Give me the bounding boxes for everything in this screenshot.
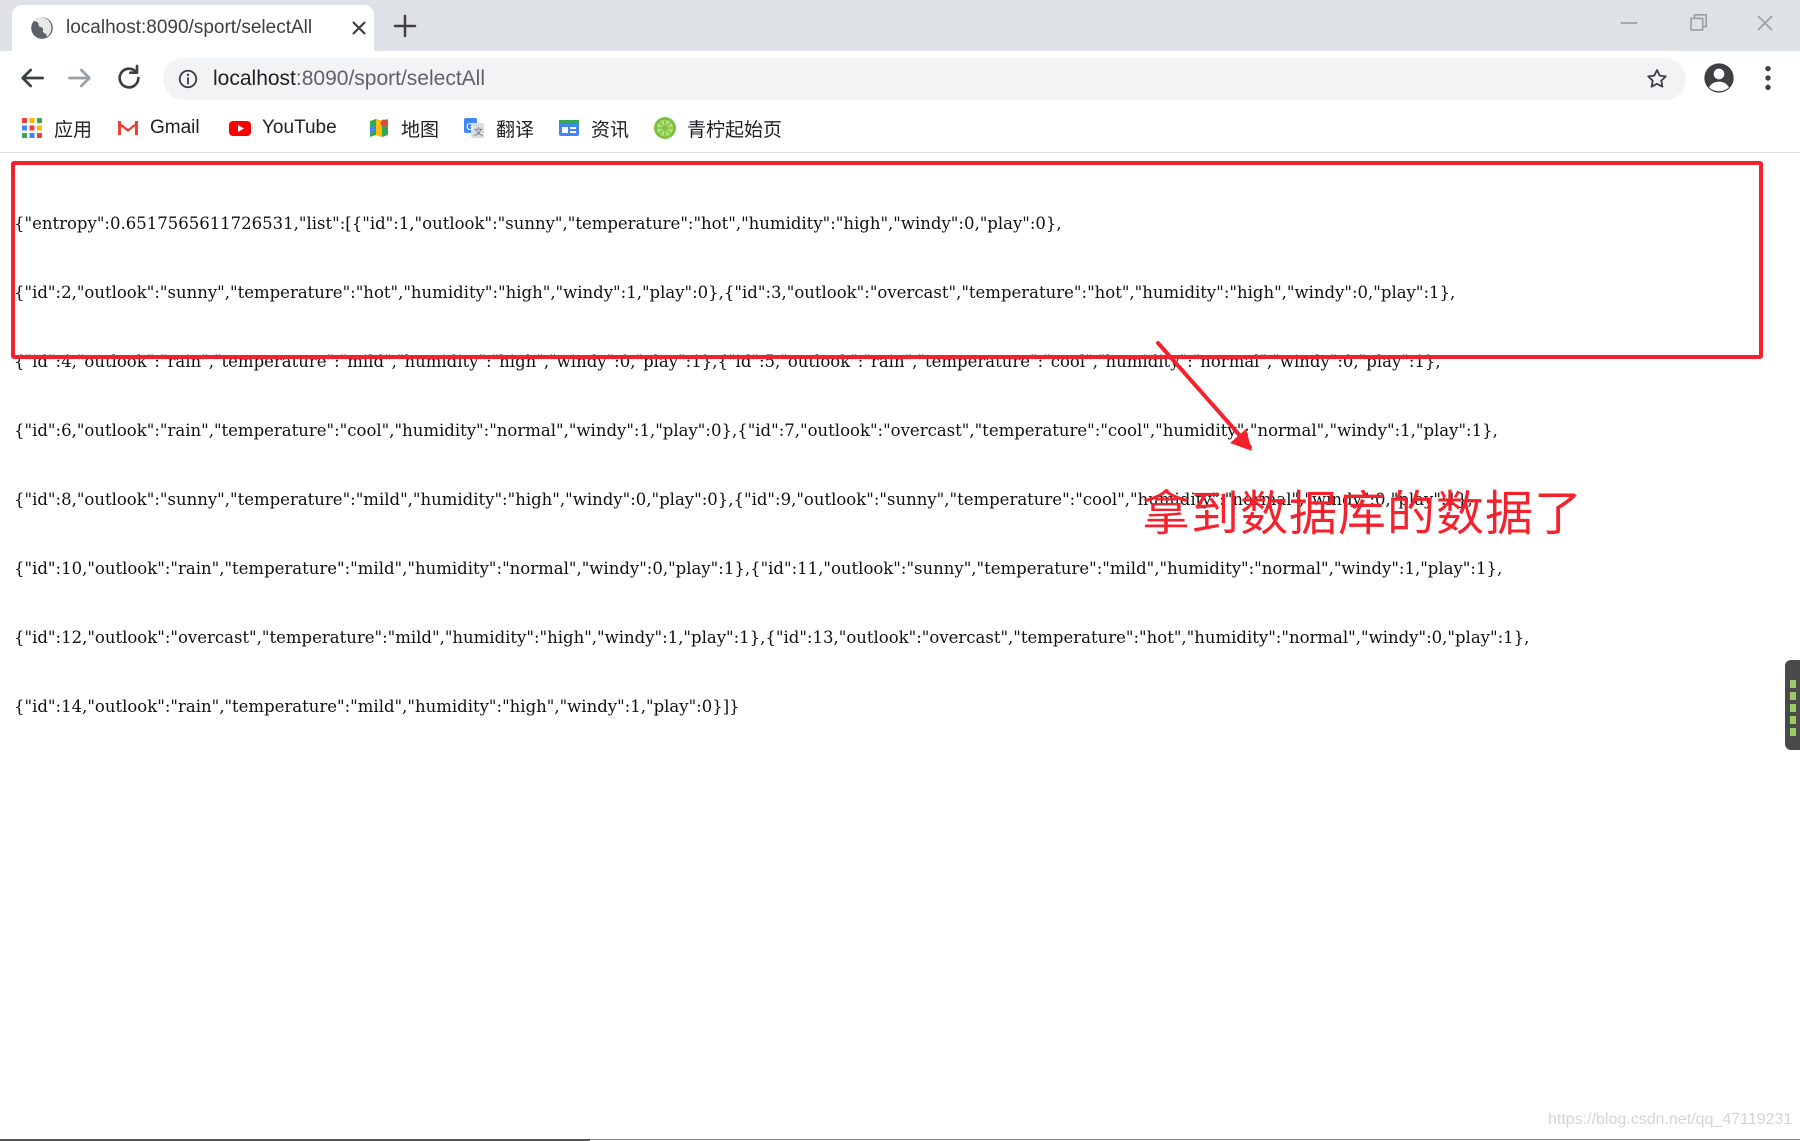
annotation-highlight-box — [11, 161, 1763, 359]
forward-arrow-icon[interactable] — [64, 62, 96, 94]
bookmark-translate[interactable]: G 文 翻译 — [462, 113, 534, 143]
json-line: {"id":14,"outlook":"rain","temperature":… — [14, 697, 740, 716]
maps-icon — [370, 119, 388, 137]
bookmark-maps[interactable]: 地图 — [367, 113, 439, 143]
news-icon — [559, 120, 579, 136]
tab-strip: localhost:8090/sport/selectAll — [0, 0, 1800, 51]
tab-title: localhost:8090/sport/selectAll — [66, 17, 313, 38]
bookmark-youtube[interactable]: YouTube — [228, 113, 337, 143]
bookmark-label: 青柠起始页 — [687, 119, 783, 141]
close-window-icon[interactable] — [1750, 9, 1780, 37]
bookmark-news[interactable]: 资讯 — [557, 113, 629, 143]
bookmark-gmail[interactable]: Gmail — [116, 113, 200, 143]
bookmark-label: 应用 — [54, 119, 93, 141]
youtube-icon — [229, 121, 251, 136]
bottom-divider-thin — [590, 1139, 1800, 1140]
profile-avatar-icon[interactable] — [1703, 62, 1735, 94]
bookmark-apps[interactable]: 应用 — [20, 113, 92, 143]
address-bar[interactable]: localhost:8090/sport/selectAll — [163, 58, 1686, 100]
lime-icon — [654, 117, 676, 139]
globe-icon — [31, 17, 53, 39]
restore-icon[interactable] — [1683, 9, 1713, 37]
close-tab-icon[interactable] — [346, 15, 372, 41]
bookmark-star-icon[interactable] — [1645, 67, 1669, 91]
side-widget[interactable] — [1785, 660, 1800, 750]
page-content: {"entropy":0.6517565611726531,"list":[{"… — [0, 154, 1800, 1141]
json-line: {"id":12,"outlook":"overcast","temperatu… — [14, 628, 1530, 647]
annotation-arrow — [1156, 341, 1252, 451]
json-line: {"id":10,"outlook":"rain","temperature":… — [14, 559, 1503, 578]
bookmark-lime-start[interactable]: 青柠起始页 — [653, 113, 782, 143]
url-text[interactable]: localhost:8090/sport/selectAll — [213, 67, 485, 91]
svg-text:文: 文 — [474, 126, 483, 138]
gmail-icon — [118, 121, 138, 135]
minimize-icon[interactable] — [1614, 9, 1644, 37]
reload-icon[interactable] — [113, 62, 145, 94]
translate-icon: G 文 — [464, 118, 484, 138]
url-host: localhost — [213, 67, 296, 90]
apps-grid-icon — [22, 118, 42, 138]
new-tab-icon[interactable] — [390, 11, 420, 41]
bookmark-label: 资讯 — [591, 119, 630, 141]
watermark-text: https://blog.csdn.net/qq_47119231 — [1548, 1111, 1793, 1128]
bookmark-label: YouTube — [262, 117, 337, 138]
menu-kebab-icon[interactable] — [1752, 62, 1784, 94]
annotation-text: 拿到数据库的数据了 — [1142, 486, 1584, 542]
url-path: :8090/sport/selectAll — [295, 67, 485, 90]
bookmark-label: 地图 — [401, 119, 440, 141]
svg-text:G: G — [466, 122, 474, 133]
browser-toolbar: localhost:8090/sport/selectAll — [0, 51, 1800, 105]
active-tab[interactable]: localhost:8090/sport/selectAll — [12, 5, 374, 51]
bookmark-label: 翻译 — [496, 119, 535, 141]
bookmarks-bar: 应用 Gmail YouTube 地图 G 文 翻译 资讯 青柠起始页 — [0, 105, 1800, 153]
bookmark-label: Gmail — [150, 117, 200, 138]
back-arrow-icon[interactable] — [16, 62, 48, 94]
json-line: {"id":6,"outlook":"rain","temperature":"… — [14, 421, 1498, 440]
site-info-icon[interactable] — [177, 68, 199, 90]
